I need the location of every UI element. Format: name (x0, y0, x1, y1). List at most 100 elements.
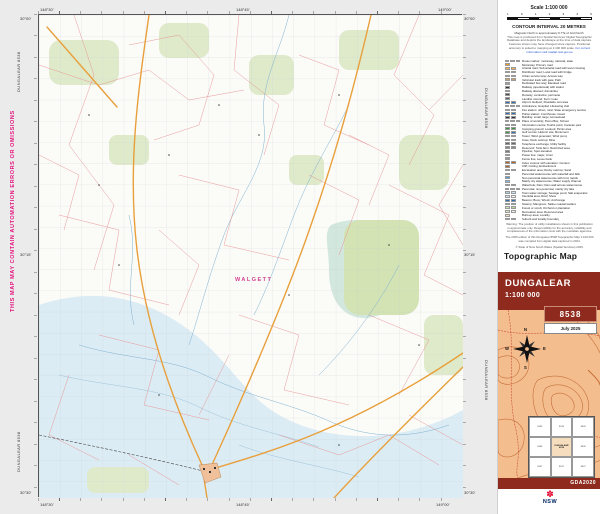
compass-e: E (543, 346, 546, 351)
map-product-page: DUNGALEAR 8538 THIS MAP MAY CONTAIN AUTO… (0, 0, 600, 514)
scale-bar-number: 5 (590, 12, 592, 16)
index-cell: 8439 (529, 417, 551, 437)
legend-list: Route marker: motorway, national, stateM… (505, 59, 599, 221)
right-bottom-sheet-label: DUNGALEAR 8538 (484, 360, 489, 401)
nsw-government-logo: ✽ NSW (539, 490, 561, 505)
legend-symbol (505, 60, 520, 63)
info-panel: Scale 1:100 000 1 0 1 2 3 4 5 CONTOUR INTERVAL… (497, 0, 600, 514)
index-cell: 8537 (551, 457, 573, 477)
legend-symbol (505, 78, 520, 81)
logo-text: NSW (539, 499, 561, 505)
legend-row: Suburb and locality boundary (505, 217, 599, 221)
index-cell: 8437 (529, 457, 551, 477)
coord-bottom-right-lon: 149°00' (436, 502, 450, 507)
legend-symbol (505, 112, 520, 115)
map-grid (39, 15, 463, 498)
scale-title: Scale 1:100 000 (498, 5, 600, 11)
legend-symbol (505, 67, 520, 70)
map-artwork: WALGETT (39, 15, 463, 498)
datum-bar: GDA2020 (498, 478, 600, 489)
scale-bar-number: 3 (563, 12, 565, 16)
legend-symbol (505, 124, 520, 127)
legend-symbol (505, 63, 520, 66)
coord-bottom-mid-lon: 148°45' (236, 502, 250, 507)
legend-symbol (505, 173, 520, 176)
contour-interval-title: CONTOUR INTERVAL 20 METRES (498, 24, 600, 29)
sheet-number-box: 8538 (544, 306, 597, 322)
legend-symbol (505, 161, 520, 164)
legend-symbol (505, 97, 520, 100)
legend-symbol (505, 150, 520, 153)
compass-n: N (524, 327, 527, 332)
legend-symbol (505, 71, 520, 74)
scale-bar-number: 1 (507, 12, 509, 16)
sheet-scale: 1:100 000 (505, 292, 540, 299)
adjoining-sheets-index: 8439853986398438DUNGALEAR 85388638843785… (528, 416, 595, 478)
legend-symbol (505, 188, 520, 191)
legend-symbol (505, 210, 520, 213)
automation-warning-text: THIS MAP MAY CONTAIN AUTOMATION ERRORS O… (10, 110, 16, 312)
coord-bottom-left-lon: 148°30' (40, 502, 54, 507)
legend-symbol (505, 184, 520, 187)
legend-symbol (505, 105, 520, 108)
legend-symbol (505, 176, 520, 179)
legend-symbol (505, 180, 520, 183)
coord-mid-left-lat: 30°15' (20, 252, 31, 257)
legend-label: Suburb and locality boundary (520, 217, 559, 221)
legend-symbol (505, 191, 520, 194)
left-bottom-sheet-label: DUNGALEAR 8538 (16, 431, 21, 472)
index-cell: 8539 (551, 417, 573, 437)
scale-bar-number: 0 (521, 12, 523, 16)
legend-symbol (505, 195, 520, 198)
legend-symbol (505, 199, 520, 202)
right-tick-strip (463, 14, 466, 497)
right-top-sheet-label: DUNGALEAR 8538 (484, 88, 489, 129)
legend-symbol (505, 135, 520, 138)
waratah-icon: ✽ (539, 490, 561, 499)
coord-bottom-left-lat: 30°30' (20, 490, 31, 495)
left-top-sheet-label: DUNGALEAR 8538 (16, 51, 21, 92)
legend-symbol (505, 127, 520, 130)
disclaimer-copyright: © State of New South Wales (Spatial Serv… (505, 246, 594, 250)
compass-s: S (524, 365, 527, 370)
legend-symbol (505, 157, 520, 160)
legend-symbol (505, 203, 520, 206)
disclaimer-warning: Warning: The position of utility install… (505, 223, 594, 234)
scale-bar (507, 17, 592, 20)
edition-date-box: July 2025 (544, 323, 597, 334)
legend-symbol (505, 139, 520, 142)
legend-symbol (505, 93, 520, 96)
bottom-tick-strip (38, 498, 462, 501)
legend-symbol (505, 82, 520, 85)
index-cell-current: DUNGALEAR 8538 (551, 437, 573, 457)
sheet-name: DUNGALEAR (505, 278, 571, 289)
legend-symbol (505, 154, 520, 157)
legend-symbol (505, 131, 520, 134)
index-cell: 8637 (572, 457, 594, 477)
left-tick-strip (34, 14, 37, 497)
index-cell: 8638 (572, 437, 594, 457)
sheet-title-box: DUNGALEAR 1:100 000 (498, 272, 600, 310)
legend-symbol (505, 218, 520, 221)
legend-symbol (505, 101, 520, 104)
compass-w: W (505, 346, 509, 351)
legend-symbol (505, 169, 520, 172)
scale-bar-labels: 1 0 1 2 3 4 5 (507, 12, 592, 16)
legend-symbol (505, 214, 520, 217)
legend-symbol (505, 116, 520, 119)
scale-bar-number: 4 (576, 12, 578, 16)
compass-star (507, 329, 547, 369)
legend-symbol (505, 146, 520, 149)
scale-bar-number: 2 (549, 12, 551, 16)
coord-top-left-lat: 30°00' (20, 16, 31, 21)
legend-symbol (505, 86, 520, 89)
disclaimer-edition: The 2025 edition of this Dungalear 8538 … (505, 236, 594, 243)
scale-bar-number: 1 (535, 12, 537, 16)
disclaimer-block: Warning: The position of utility install… (505, 223, 594, 252)
index-cell: 8639 (572, 417, 594, 437)
legend-symbol (505, 75, 520, 78)
legend-symbol (505, 120, 520, 123)
compass-rose: N E S W (507, 329, 547, 369)
product-type-heading: Topographic Map (504, 251, 577, 261)
district-label: WALGETT (235, 277, 272, 283)
